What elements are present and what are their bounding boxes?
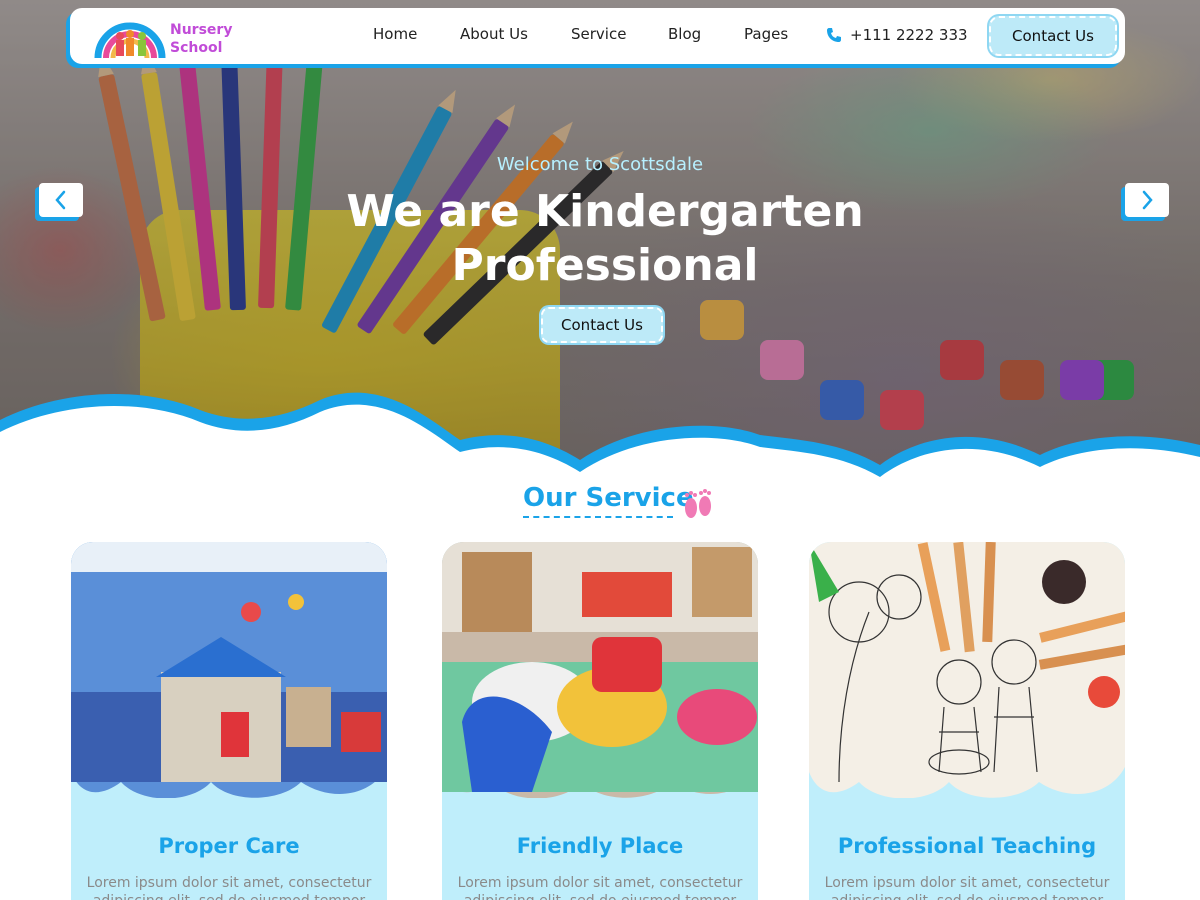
chevron-right-icon [1142,190,1153,210]
nav-service[interactable]: Service [571,25,626,43]
card-text: Lorem ipsum dolor sit amet, consectetur … [824,875,1110,900]
title-underline [523,516,673,518]
card-text: Lorem ipsum dolor sit amet, consectetur … [86,875,372,900]
card-title: Proper Care [158,834,300,858]
service-card[interactable]: Proper Care Lorem ipsum dolor sit amet, … [71,542,387,900]
playroom-image [442,542,758,798]
nav-home[interactable]: Home [373,25,417,43]
site-header: Nursery School Home About Us Service Blo… [70,8,1125,64]
card-text: Lorem ipsum dolor sit amet, consectetur … [457,875,743,900]
slider-prev-button[interactable] [39,183,83,217]
coloring-image [809,542,1125,798]
header-contact-button[interactable]: Contact Us [989,16,1117,56]
service-card[interactable]: Professional Teaching Lorem ipsum dolor … [809,542,1125,900]
card-title: Professional Teaching [837,834,1097,858]
logo-text[interactable]: Nursery School [170,21,232,57]
hero-welcome-text: Welcome to Scottsdale [496,154,704,175]
slider-next-button[interactable] [1125,183,1169,217]
hero-title: We are Kindergarten Professional [300,185,910,293]
chevron-left-icon [55,190,66,210]
phone-number[interactable]: +111 2222 333 [827,26,968,44]
section-title: Our Service [523,483,694,513]
nav-pages[interactable]: Pages [744,25,788,43]
logo-text-line: School [170,40,223,56]
phone-text: +111 2222 333 [850,26,968,44]
hero-slider: Welcome to Scottsdale We are Kindergarte… [0,0,1200,520]
service-card[interactable]: Friendly Place Lorem ipsum dolor sit ame… [442,542,758,900]
hero-title-line: Professional [451,240,759,291]
baby-feet-icon [685,489,711,518]
logo-text-line: Nursery [170,22,233,38]
hero-title-line: We are Kindergarten [346,186,864,237]
phone-icon [827,28,841,42]
nav-blog[interactable]: Blog [668,25,701,43]
hero-contact-button[interactable]: Contact Us [541,307,663,343]
rainbow-logo-icon[interactable] [94,10,166,60]
card-title: Friendly Place [516,834,684,858]
classroom-image [71,542,387,798]
nav-about-us[interactable]: About Us [460,25,528,43]
